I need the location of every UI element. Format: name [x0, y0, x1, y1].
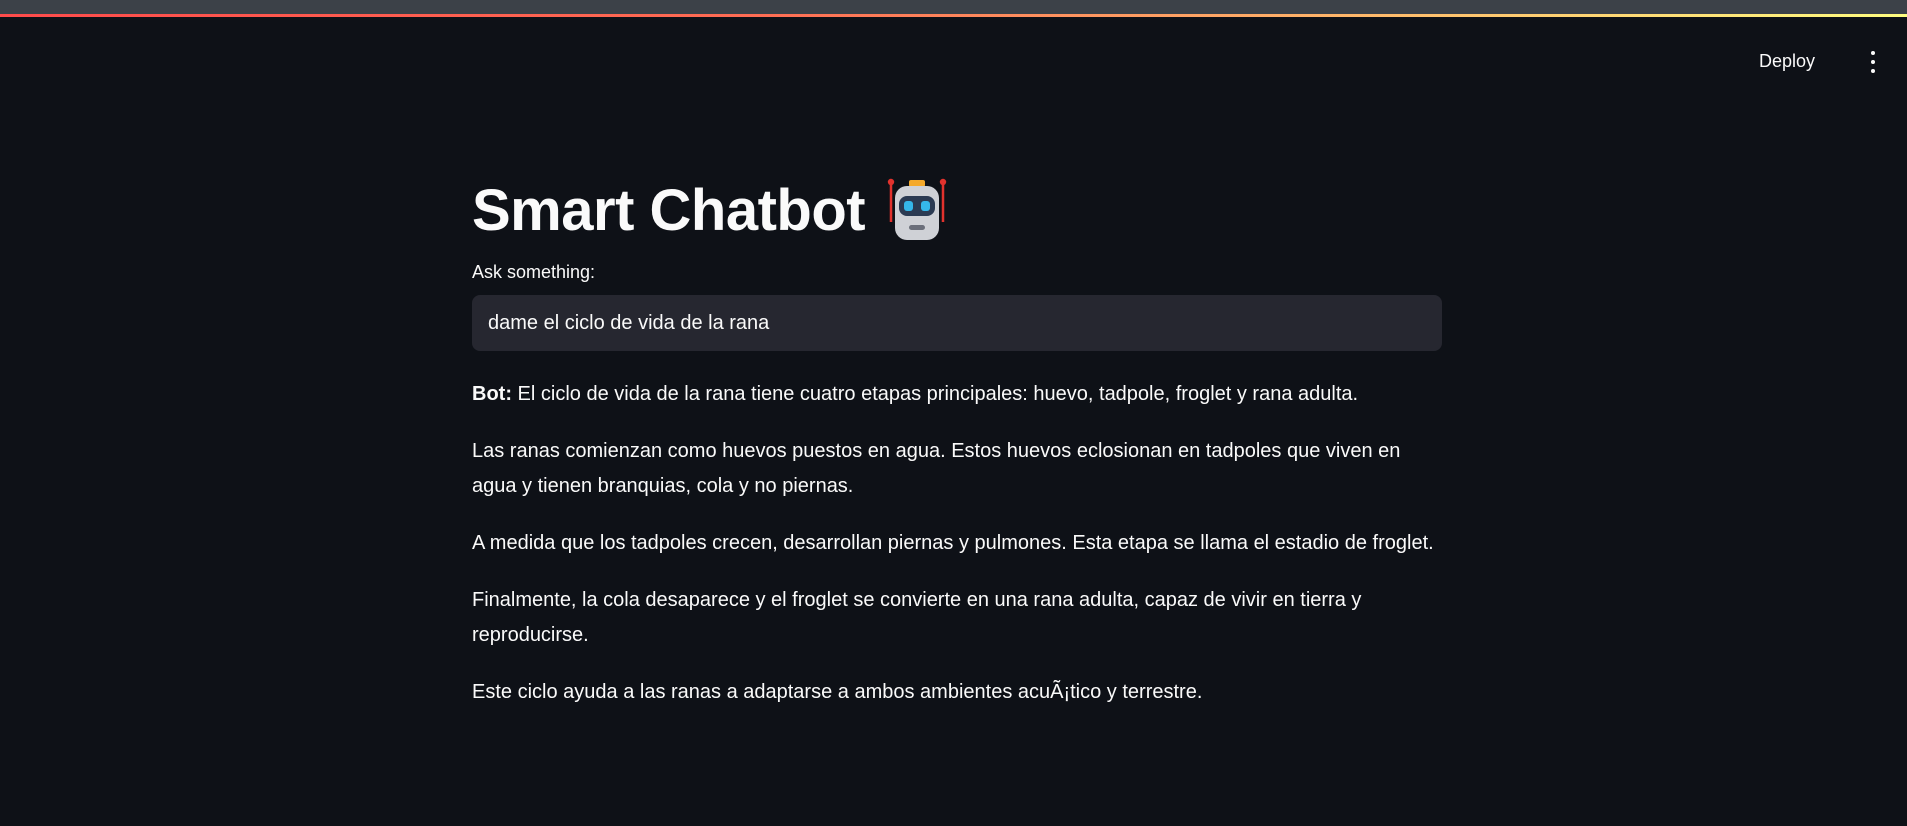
deploy-button[interactable]: Deploy: [1759, 51, 1815, 72]
bot-label: Bot:: [472, 383, 512, 405]
browser-top-strip: [0, 0, 1907, 14]
response-paragraph: Finalmente, la cola desaparece y el frog…: [472, 589, 1362, 646]
page-title: Smart Chatbot: [472, 177, 866, 243]
response-text: El ciclo de vida de la rana tiene cuatro…: [511, 383, 1359, 405]
question-input[interactable]: dame el ciclo de vida de la rana: [472, 295, 1442, 351]
input-label: Ask something:: [472, 262, 596, 282]
response-paragraph: Las ranas comienzan como huevos puestos …: [472, 440, 1401, 497]
main-content: Smart Chatbot Ask something: dame el cic…: [472, 170, 1442, 732]
robot-emoji-icon: [887, 178, 947, 240]
response-paragraph: Bot: El ciclo de vida de la rana tiene c…: [472, 377, 1442, 412]
more-vertical-icon[interactable]: [1865, 51, 1881, 73]
app-header: Deploy: [0, 17, 1907, 113]
title-row: Smart Chatbot: [472, 170, 1442, 250]
response-paragraph: A medida que los tadpoles crecen, desarr…: [472, 532, 1434, 554]
response-paragraph: Este ciclo ayuda a las ranas a adaptarse…: [472, 681, 1203, 703]
question-input-value: dame el ciclo de vida de la rana: [488, 311, 770, 334]
bot-response: Bot: El ciclo de vida de la rana tiene c…: [472, 377, 1442, 710]
